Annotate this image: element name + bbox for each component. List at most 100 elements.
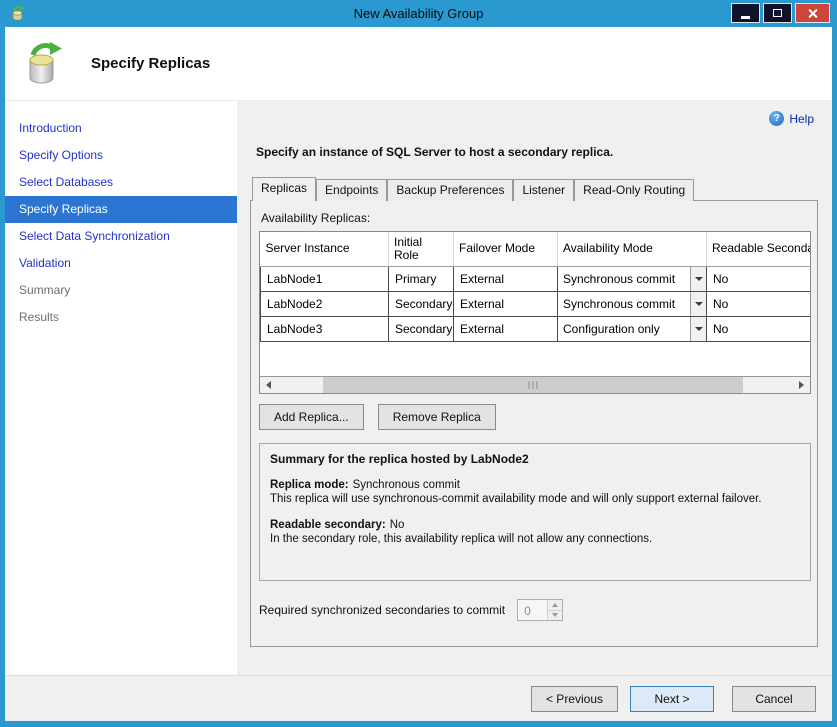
spinner-up-button[interactable] [548, 600, 562, 611]
summary-title: Summary for the replica hosted by LabNod… [270, 452, 800, 466]
table-row[interactable]: LabNode2 Secondary External Synchronous … [261, 291, 811, 316]
tab-replicas[interactable]: Replicas [252, 177, 316, 201]
instruction-text: Specify an instance of SQL Server to hos… [256, 145, 818, 159]
column-header-server-instance: Server Instance [261, 232, 389, 266]
cell-availability-mode: Configuration only [558, 316, 707, 341]
window-frame: Specify Replicas Introduction Specify Op… [5, 27, 832, 721]
sidebar-item-validation[interactable]: Validation [5, 250, 237, 277]
scroll-left-icon [266, 381, 271, 389]
scrollbar-thumb[interactable] [323, 377, 743, 393]
dropdown-value: Synchronous commit [558, 267, 690, 291]
help-link[interactable]: ? Help [769, 111, 814, 126]
previous-button[interactable]: < Previous [531, 686, 618, 712]
tab-endpoints[interactable]: Endpoints [316, 179, 387, 201]
availability-mode-dropdown[interactable]: Synchronous commit [558, 292, 706, 316]
sidebar-item-select-data-sync[interactable]: Select Data Synchronization [5, 223, 237, 250]
column-header-failover-mode: Failover Mode [454, 232, 558, 266]
readable-secondary-description: In the secondary role, this availability… [270, 532, 800, 546]
cell-failover-mode[interactable]: External [454, 316, 558, 341]
spinner-buttons [547, 600, 562, 620]
close-icon [807, 8, 818, 19]
cell-readable-secondary[interactable]: No [707, 316, 811, 341]
cancel-button[interactable]: Cancel [732, 686, 816, 712]
cell-server-instance[interactable]: LabNode3 [261, 316, 389, 341]
cell-failover-mode[interactable]: External [454, 291, 558, 316]
cell-failover-mode[interactable]: External [454, 266, 558, 291]
scroll-left-button[interactable] [260, 377, 277, 393]
close-button[interactable] [795, 3, 830, 23]
scroll-right-button[interactable] [793, 377, 810, 393]
cell-availability-mode: Synchronous commit [558, 266, 707, 291]
required-secondaries-row: Required synchronized secondaries to com… [259, 599, 809, 621]
minimize-button[interactable] [731, 3, 760, 23]
column-header-initial-role: Initial Role [389, 232, 454, 266]
wizard-steps-sidebar: Introduction Specify Options Select Data… [5, 101, 237, 675]
readable-secondary-value: No [390, 519, 405, 531]
remove-replica-button[interactable]: Remove Replica [378, 404, 496, 430]
add-replica-button[interactable]: Add Replica... [259, 404, 364, 430]
maximize-icon [773, 9, 782, 17]
cell-initial-role[interactable]: Secondary [389, 291, 454, 316]
grid-button-row: Add Replica... Remove Replica [259, 404, 809, 430]
required-secondaries-spinner[interactable]: 0 [517, 599, 563, 621]
wizard-footer: < Previous Next > Cancel [5, 675, 832, 721]
help-icon: ? [769, 111, 784, 126]
new-availability-group-window: New Availability Group Specify Replicas [0, 0, 837, 727]
tab-read-only-routing[interactable]: Read-Only Routing [574, 179, 694, 201]
cell-server-instance[interactable]: LabNode1 [261, 266, 389, 291]
tab-bar: Replicas Endpoints Backup Preferences Li… [252, 177, 818, 201]
chevron-down-icon[interactable] [690, 267, 706, 291]
table-row[interactable]: LabNode1 Primary External Synchronous co… [261, 266, 811, 291]
horizontal-scrollbar[interactable] [260, 376, 810, 393]
availability-mode-dropdown[interactable]: Synchronous commit [558, 267, 706, 291]
scrollbar-track[interactable] [277, 377, 793, 393]
titlebar[interactable]: New Availability Group [5, 0, 832, 27]
cell-readable-secondary[interactable]: No [707, 291, 811, 316]
replica-mode-description: This replica will use synchronous-commit… [270, 492, 800, 506]
cell-server-instance[interactable]: LabNode2 [261, 291, 389, 316]
maximize-button[interactable] [763, 3, 792, 23]
help-label: Help [789, 112, 814, 126]
grid-viewport: Server Instance Initial Role Failover Mo… [260, 232, 810, 376]
tab-listener[interactable]: Listener [513, 179, 574, 201]
chevron-down-icon[interactable] [690, 292, 706, 316]
sidebar-item-specify-replicas[interactable]: Specify Replicas [5, 196, 237, 223]
availability-replicas-label: Availability Replicas: [261, 211, 809, 225]
scroll-right-icon [799, 381, 804, 389]
next-button[interactable]: Next > [630, 686, 714, 712]
main-content: ? Help Specify an instance of SQL Server… [237, 101, 832, 675]
window-icon [10, 6, 26, 22]
cell-readable-secondary[interactable]: No [707, 266, 811, 291]
spinner-value: 0 [518, 600, 547, 620]
column-header-availability-mode: Availability Mode [558, 232, 707, 266]
cell-initial-role[interactable]: Secondary [389, 316, 454, 341]
sidebar-item-summary: Summary [5, 277, 237, 304]
replica-summary-box: Summary for the replica hosted by LabNod… [259, 443, 811, 581]
sidebar-item-introduction[interactable]: Introduction [5, 115, 237, 142]
replica-mode-value: Synchronous commit [353, 479, 460, 491]
wizard-header: Specify Replicas [5, 27, 832, 101]
sidebar-item-results: Results [5, 304, 237, 331]
replicas-tab-panel: Availability Replicas: Server Instance [250, 200, 818, 647]
chevron-down-icon[interactable] [690, 317, 706, 341]
tab-backup-preferences[interactable]: Backup Preferences [387, 179, 513, 201]
window-title: New Availability Group [5, 6, 832, 21]
up-arrow-icon [552, 603, 558, 607]
window-controls [731, 3, 830, 23]
replica-mode-label: Replica mode: [270, 479, 349, 491]
minimize-icon [741, 16, 750, 19]
sidebar-item-specify-options[interactable]: Specify Options [5, 142, 237, 169]
page-title: Specify Replicas [91, 55, 210, 72]
down-arrow-icon [552, 613, 558, 617]
availability-mode-dropdown[interactable]: Configuration only [558, 317, 706, 341]
dropdown-value: Configuration only [558, 317, 690, 341]
replicas-wizard-icon [21, 41, 67, 87]
wizard-body: Introduction Specify Options Select Data… [5, 101, 832, 675]
sidebar-item-select-databases[interactable]: Select Databases [5, 169, 237, 196]
readable-secondary-label: Readable secondary: [270, 519, 386, 531]
spinner-down-button[interactable] [548, 611, 562, 621]
cell-availability-mode: Synchronous commit [558, 291, 707, 316]
table-row[interactable]: LabNode3 Secondary External Configuratio… [261, 316, 811, 341]
required-secondaries-label: Required synchronized secondaries to com… [259, 603, 505, 617]
cell-initial-role[interactable]: Primary [389, 266, 454, 291]
